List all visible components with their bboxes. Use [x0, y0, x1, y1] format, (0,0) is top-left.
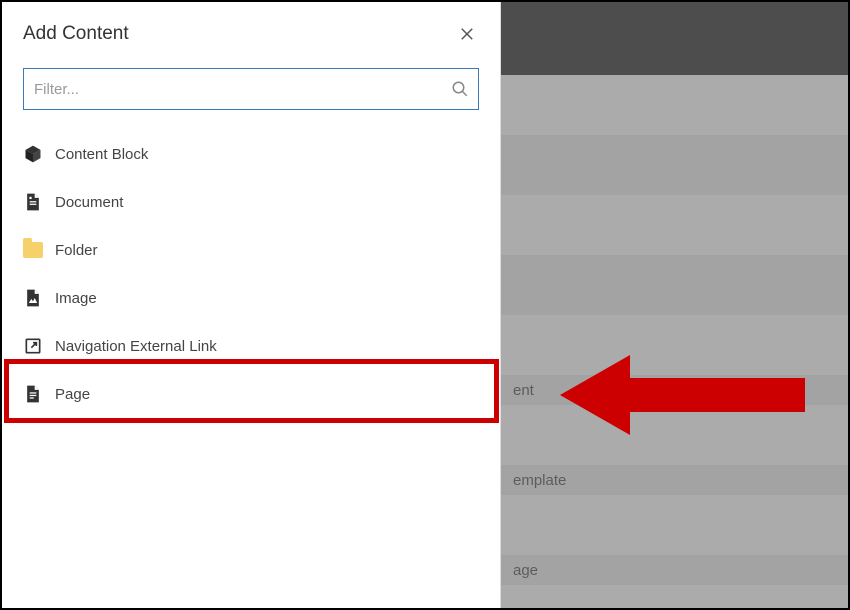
- option-label: Navigation External Link: [55, 338, 217, 355]
- search-icon: [451, 80, 469, 98]
- option-page[interactable]: Page: [23, 370, 479, 418]
- filter-field-wrap: [23, 68, 479, 110]
- background-row: [501, 255, 848, 315]
- option-label: Image: [55, 290, 97, 307]
- page-icon: [23, 384, 43, 404]
- modal-header: Add Content: [23, 22, 479, 46]
- background-row: ent: [501, 375, 848, 405]
- content-type-list: Content Block Document: [23, 130, 479, 418]
- background-row: [501, 495, 848, 555]
- option-document[interactable]: Document: [23, 178, 479, 226]
- option-label: Document: [55, 194, 123, 211]
- option-navigation-external-link[interactable]: Navigation External Link: [23, 322, 479, 370]
- cube-icon: [23, 144, 43, 164]
- background-row: [501, 405, 848, 465]
- option-folder[interactable]: Folder: [23, 226, 479, 274]
- close-icon: [458, 25, 476, 43]
- folder-icon: [23, 240, 43, 260]
- background-row: [501, 585, 848, 610]
- modal-title: Add Content: [23, 23, 129, 45]
- background-row: emplate: [501, 465, 848, 495]
- background-row-text: age: [513, 562, 538, 579]
- option-image[interactable]: Image: [23, 274, 479, 322]
- option-label: Folder: [55, 242, 98, 259]
- add-content-modal: Add Content: [2, 2, 501, 610]
- background-row: [501, 75, 848, 135]
- background-row: age: [501, 555, 848, 585]
- document-icon: [23, 192, 43, 212]
- option-content-block[interactable]: Content Block: [23, 130, 479, 178]
- external-link-icon: [23, 336, 43, 356]
- background-row: [501, 195, 848, 255]
- app-stage: ent emplate age Add Content: [0, 0, 850, 610]
- image-file-icon: [23, 288, 43, 308]
- background-row: [501, 135, 848, 195]
- option-label: Page: [55, 386, 90, 403]
- filter-input[interactable]: [23, 68, 479, 110]
- background-row-text: ent: [513, 382, 534, 399]
- background-topbar: [501, 2, 848, 75]
- option-label: Content Block: [55, 146, 148, 163]
- close-button[interactable]: [455, 22, 479, 46]
- background-row: [501, 315, 848, 375]
- background-row-text: emplate: [513, 472, 566, 489]
